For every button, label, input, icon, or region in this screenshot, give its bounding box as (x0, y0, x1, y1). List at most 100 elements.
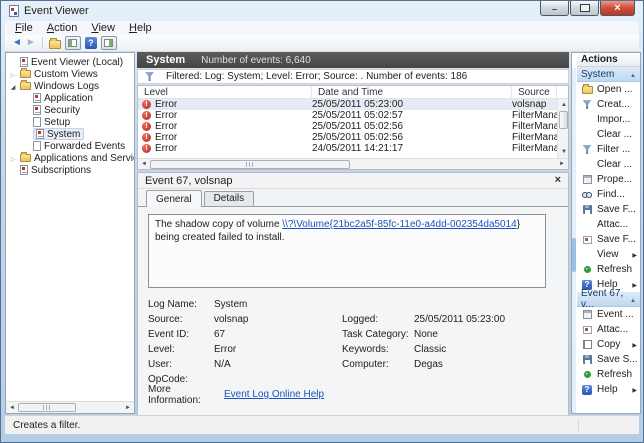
field-value: 25/05/2011 05:23:00 (414, 314, 558, 325)
show-action-pane-toggle[interactable] (101, 36, 117, 50)
actions-pane: Actions System Open ... Creat... Impor..… (571, 52, 641, 414)
close-preview-icon[interactable] (555, 175, 561, 186)
scrollbar-thumb[interactable] (18, 403, 76, 412)
tree-item-windows-logs[interactable]: Windows Logs (6, 80, 134, 92)
column-date-time[interactable]: Date and Time (312, 86, 512, 98)
scrollbar-thumb[interactable] (150, 160, 350, 169)
actions-group-event[interactable]: Event 67, v... (577, 292, 640, 307)
field-label: Source: (148, 314, 214, 325)
action-view[interactable]: View (577, 247, 640, 262)
tree-label: Event Viewer (Local) (31, 57, 123, 68)
tree-item-forwarded-events[interactable]: Forwarded Events (6, 140, 134, 152)
action-open-saved-log[interactable]: Open ... (577, 82, 640, 97)
event-row[interactable]: Error 25/05/2011 05:02:56 FilterManag (138, 132, 557, 143)
menu-view[interactable]: View (84, 22, 122, 34)
action-save-filtered-log[interactable]: Save F... (577, 202, 640, 217)
action-save-selected-events[interactable]: Save S... (577, 352, 640, 367)
action-refresh[interactable]: Refresh (577, 262, 640, 277)
action-attach-task-to-log[interactable]: Attac... (577, 217, 640, 232)
expand-icon[interactable] (9, 69, 17, 80)
tree-item-custom-views[interactable]: Custom Views (6, 68, 134, 80)
tree-label: Subscriptions (31, 165, 91, 176)
tree-horizontal-scrollbar[interactable] (6, 401, 134, 413)
tree-item-applications-services[interactable]: Applications and Services Lo (6, 152, 134, 164)
tab-details[interactable]: Details (204, 191, 255, 206)
menu-file[interactable]: File (8, 22, 40, 34)
actions-group-system[interactable]: System (577, 67, 640, 82)
action-help-event[interactable]: Help (577, 382, 640, 397)
action-import-custom-view[interactable]: Impor... (577, 112, 640, 127)
export-list-icon[interactable] (49, 40, 61, 49)
scroll-right-icon[interactable] (122, 402, 134, 414)
scrollbar-thumb[interactable] (572, 238, 576, 272)
action-save-filter-to-custom-view[interactable]: Save F... (577, 232, 640, 247)
list-horizontal-scrollbar[interactable] (138, 158, 568, 169)
action-clear-filter[interactable]: Clear ... (577, 157, 640, 172)
help-icon[interactable] (85, 37, 97, 49)
action-filter-current-log[interactable]: Filter ... (577, 142, 640, 157)
tree-item-system[interactable]: System (6, 128, 134, 140)
tree-label: Setup (44, 117, 70, 128)
tree-item-subscriptions[interactable]: Subscriptions (6, 164, 134, 176)
filter-icon (583, 145, 592, 154)
level-cell: Error (155, 121, 177, 132)
volume-link[interactable]: \\?\Volume{21bc2a5f-85fc-11e0-a4dd-00235… (282, 219, 516, 230)
action-refresh-event[interactable]: Refresh (577, 367, 640, 382)
action-create-custom-view[interactable]: Creat... (577, 97, 640, 112)
action-copy[interactable]: Copy (577, 337, 640, 352)
action-attach-task-to-event[interactable]: Attac... (577, 322, 640, 337)
event-row[interactable]: Error 25/05/2011 05:02:56 FilterManag (138, 121, 557, 132)
minimize-button[interactable] (540, 1, 569, 16)
event-list: Level Date and Time Source Error 25/05/2… (137, 85, 569, 170)
action-event-properties[interactable]: Event ... (577, 307, 640, 322)
scroll-right-icon[interactable] (556, 158, 568, 170)
level-cell: Error (155, 143, 177, 154)
error-icon (142, 122, 151, 131)
log-header: System Number of events: 6,640 (137, 52, 569, 68)
event-row[interactable]: Error 24/05/2011 14:21:17 FilterManag (138, 143, 557, 154)
column-source[interactable]: Source (512, 86, 557, 98)
list-header: Level Date and Time Source (138, 86, 568, 99)
collapse-icon[interactable] (630, 294, 636, 305)
scroll-up-icon[interactable] (558, 99, 569, 111)
show-console-tree-toggle[interactable] (65, 36, 81, 50)
tree-item-application[interactable]: Application (6, 92, 134, 104)
submenu-arrow-icon (632, 279, 640, 290)
tree-item-security[interactable]: Security (6, 104, 134, 116)
close-button[interactable] (600, 1, 635, 16)
list-vertical-scrollbar[interactable] (557, 99, 568, 158)
log-icon (33, 117, 41, 127)
collapse-icon[interactable] (9, 81, 17, 92)
level-cell: Error (155, 99, 177, 110)
menu-action[interactable]: Action (40, 22, 85, 34)
event-row[interactable]: Error 25/05/2011 05:23:00 volsnap (138, 99, 557, 110)
event-log-online-help-link[interactable]: Event Log Online Help (224, 389, 324, 400)
action-properties[interactable]: Prope... (577, 172, 640, 187)
tree-label: Applications and Services Lo (34, 153, 134, 164)
refresh-icon (584, 266, 591, 273)
scroll-left-icon[interactable] (138, 158, 150, 170)
action-find[interactable]: Find... (577, 187, 640, 202)
collapse-icon[interactable] (630, 69, 636, 80)
scroll-down-icon[interactable] (558, 146, 569, 158)
source-cell: FilterManag (512, 110, 557, 121)
forward-icon[interactable] (26, 38, 36, 48)
scroll-left-icon[interactable] (6, 402, 18, 414)
scrollbar-thumb[interactable] (559, 111, 568, 129)
action-clear-log[interactable]: Clear ... (577, 127, 640, 142)
preview-title: Event 67, volsnap (145, 175, 232, 187)
datetime-cell: 25/05/2011 05:02:56 (312, 121, 512, 132)
tree-item-event-viewer-local[interactable]: Event Viewer (Local) (6, 56, 134, 68)
action-label: Refresh (597, 264, 632, 275)
back-icon[interactable] (12, 38, 22, 48)
column-level[interactable]: Level (138, 86, 312, 98)
expand-icon[interactable] (9, 153, 17, 164)
results-pane: System Number of events: 6,640 Filtered:… (137, 52, 569, 418)
actions-title: Actions (577, 53, 640, 67)
event-row[interactable]: Error 25/05/2011 05:02:57 FilterManag (138, 110, 557, 121)
menu-help[interactable]: Help (122, 22, 159, 34)
actions-scrollbar[interactable] (572, 68, 576, 413)
tab-general[interactable]: General (146, 190, 202, 207)
tree-item-setup[interactable]: Setup (6, 116, 134, 128)
maximize-button[interactable] (570, 1, 599, 16)
